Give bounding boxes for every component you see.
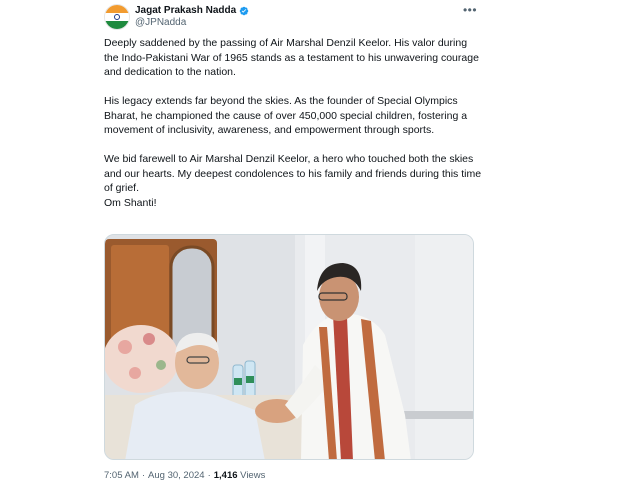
ashoka-chakra-icon (114, 14, 120, 20)
tweet-date[interactable]: Aug 30, 2024 (148, 470, 205, 480)
page: Jagat Prakash Nadda @JPNadda ••• Deeply … (0, 0, 640, 480)
author-handle[interactable]: @JPNadda (135, 17, 186, 28)
views-count: 1,416 (213, 470, 238, 480)
tweet-photo[interactable] (104, 234, 474, 460)
meta-separator: · (141, 470, 146, 480)
author-name-row: Jagat Prakash Nadda (135, 5, 249, 16)
verified-badge-icon (239, 6, 249, 15)
tweet-paragraph: We bid farewell to Air Marshal Denzil Ke… (104, 153, 482, 209)
more-options-icon[interactable]: ••• (462, 2, 478, 18)
tweet-meta: 7:05 AM · Aug 30, 2024 · 1,416 Views (104, 470, 265, 480)
tweet: Jagat Prakash Nadda @JPNadda ••• Deeply … (92, 0, 490, 480)
tweet-text: Deeply saddened by the passing of Air Ma… (104, 36, 484, 210)
photo-illustration (105, 235, 473, 459)
author-display-name[interactable]: Jagat Prakash Nadda (135, 5, 236, 16)
meta-separator: · (207, 470, 211, 480)
author-avatar[interactable] (104, 4, 130, 30)
tweet-paragraph: His legacy extends far beyond the skies.… (104, 95, 468, 136)
tweet-time[interactable]: 7:05 AM (104, 470, 139, 480)
views-label: Views (240, 470, 266, 480)
tweet-paragraph: Deeply saddened by the passing of Air Ma… (104, 37, 479, 78)
